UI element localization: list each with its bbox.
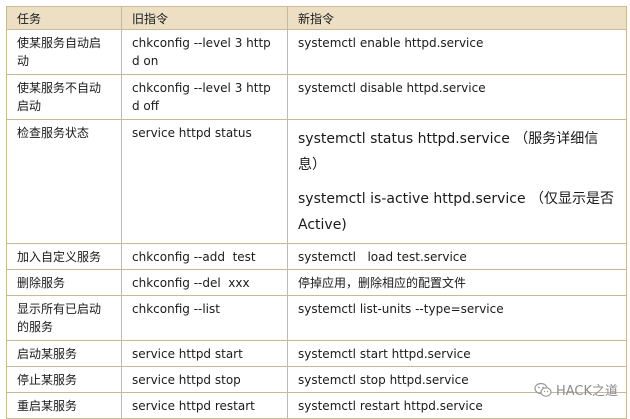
task-cell: 检查服务状态 xyxy=(6,119,122,244)
new-command-cell: systemctl disable httpd.service xyxy=(287,74,627,120)
watermark: HACK之道 xyxy=(534,380,618,399)
table-row: 使某服务自动启动 chkconfig --level 3 httpd on sy… xyxy=(6,29,627,75)
old-command-cell: chkconfig --level 3 httpd off xyxy=(121,74,288,120)
table-row: 使某服务不自动启动 chkconfig --level 3 httpd off … xyxy=(6,74,627,120)
header-task: 任务 xyxy=(6,6,122,30)
task-cell: 启动某服务 xyxy=(6,340,122,367)
header-new-command: 新指令 xyxy=(287,6,627,30)
old-command-cell: service httpd restart xyxy=(121,392,288,419)
new-command-cell: systemctl status httpd.service （服务详细信息） … xyxy=(287,119,627,244)
new-command-cell: systemctl load test.service xyxy=(287,243,627,270)
new-command-cell: systemctl enable httpd.service xyxy=(287,29,627,75)
old-command-cell: service httpd start xyxy=(121,340,288,367)
old-command-cell: chkconfig --list xyxy=(121,295,288,341)
old-command-cell: service httpd stop xyxy=(121,366,288,393)
header-old-command: 旧指令 xyxy=(121,6,288,30)
command-table-wrapper: 任务 旧指令 新指令 使某服务自动启动 chkconfig --level 3 … xyxy=(6,6,627,419)
new-command-cell: 停掉应用，删除相应的配置文件 xyxy=(287,269,627,296)
table-row: 检查服务状态 service httpd status systemctl st… xyxy=(6,119,627,244)
task-cell: 使某服务自动启动 xyxy=(6,29,122,75)
task-cell: 重启某服务 xyxy=(6,392,122,419)
table-row: 启动某服务 service httpd start systemctl star… xyxy=(6,340,627,367)
old-command-cell: chkconfig --level 3 httpd on xyxy=(121,29,288,75)
wechat-icon xyxy=(534,382,552,398)
is-active-command-line: systemctl is-active httpd.service （仅显示是否… xyxy=(298,191,615,233)
watermark-text: HACK之道 xyxy=(555,384,618,399)
table-row: 删除服务 chkconfig --del xxx 停掉应用，删除相应的配置文件 xyxy=(6,269,627,296)
table-row: 显示所有已启动的服务 chkconfig --list systemctl li… xyxy=(6,295,627,341)
table-header-row: 任务 旧指令 新指令 xyxy=(6,6,627,30)
status-command-line: systemctl status httpd.service （服务详细信息） xyxy=(298,131,599,173)
table-row: 加入自定义服务 chkconfig --add test systemctl l… xyxy=(6,243,627,270)
new-command-cell: systemctl list-units --type=service xyxy=(287,295,627,341)
old-command-cell: service httpd status xyxy=(121,119,288,244)
old-command-cell: chkconfig --del xxx xyxy=(121,269,288,296)
new-command-cell: systemctl start httpd.service xyxy=(287,340,627,367)
command-table: 任务 旧指令 新指令 使某服务自动启动 chkconfig --level 3 … xyxy=(6,6,627,419)
task-cell: 删除服务 xyxy=(6,269,122,296)
old-command-cell: chkconfig --add test xyxy=(121,243,288,270)
task-cell: 使某服务不自动启动 xyxy=(6,74,122,120)
task-cell: 显示所有已启动的服务 xyxy=(6,295,122,341)
task-cell: 加入自定义服务 xyxy=(6,243,122,270)
task-cell: 停止某服务 xyxy=(6,366,122,393)
